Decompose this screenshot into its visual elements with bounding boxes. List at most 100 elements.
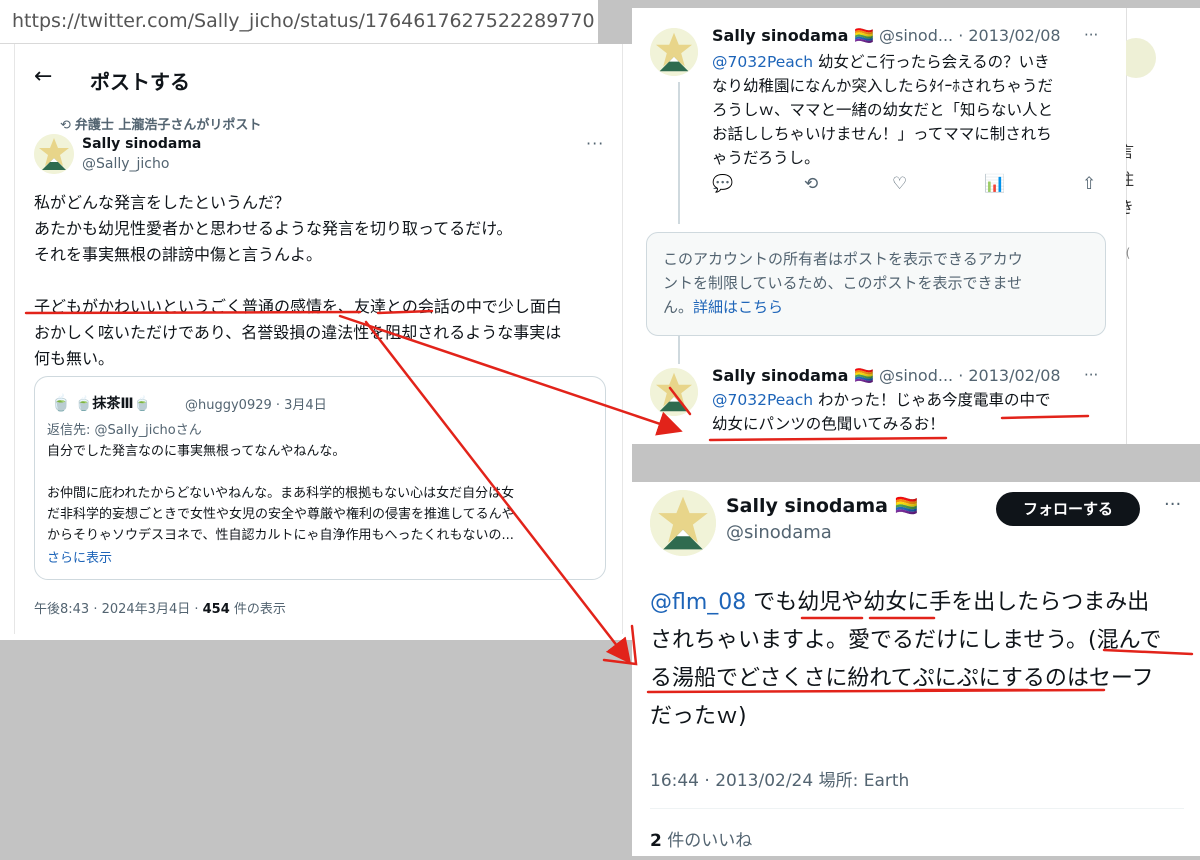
quote-line: からそりゃソウデスヨネで、性自認カルトにゃ自浄作用もへったくれもないの... xyxy=(47,528,514,543)
quote-author-name: 🍵抹茶Ⅲ🍵 xyxy=(75,396,152,412)
address-bar[interactable]: https://twitter.com/Sally_jicho/status/1… xyxy=(0,0,598,44)
quote-meta: @huggy0929 · 3月4日 xyxy=(185,398,327,413)
mention-link[interactable]: @7032Peach xyxy=(712,53,813,71)
tweet-body: @flm_08 でも幼児や幼女に手を出したらつまみ出 されちゃいますよ。愛でるだ… xyxy=(650,584,1190,736)
author-name[interactable]: Sally sinodama 🏳️‍🌈 xyxy=(712,366,874,385)
body-line: @7032Peach 幼女どこ行ったら会えるの？いき xyxy=(712,50,1112,74)
star-mountain-avatar-icon xyxy=(34,134,74,174)
tweet-header: Sally sinodama 🏳️‍🌈 @sinod... · 2013/02/… xyxy=(712,26,1061,45)
body-line: 私がどんな発言をしたというんだ？ xyxy=(34,193,291,212)
learn-more-link[interactable]: 詳細はこちら xyxy=(693,298,783,316)
back-arrow-icon[interactable]: ← xyxy=(34,64,52,89)
thread-panel: Sally sinodama 🏳️‍🌈 @sinod... · 2013/02/… xyxy=(632,8,1126,444)
mention-link[interactable]: @7032Peach xyxy=(712,391,813,409)
author-name[interactable]: Sally sinodama 🏳️‍🌈 xyxy=(712,26,874,45)
reply-icon: 💬 xyxy=(712,174,734,194)
tweet-actions: 💬 1 ⟲ ♡ 📊 ⇧ xyxy=(712,174,1112,198)
thread-connector xyxy=(678,332,680,364)
retweet-icon[interactable]: ⟲ xyxy=(804,174,818,194)
body-line: あたかも幼児性愛者かと思わせるような発言を切り取ってるだけ。 xyxy=(34,219,513,238)
page-title: ポストする xyxy=(90,70,190,94)
tweet-body: @7032Peach 幼女どこ行ったら会えるの？いき なり幼稚園になんか突入した… xyxy=(712,50,1112,170)
author-name[interactable]: Sally sinodama xyxy=(82,136,201,152)
notice-text: ん。 xyxy=(663,298,694,316)
restricted-post-notice: このアカウントの所有者はポストを表示できるアカウ ントを制限しているため、このポ… xyxy=(646,232,1106,336)
author-handle[interactable]: @sinodama xyxy=(726,522,832,543)
quote-line xyxy=(47,462,599,483)
more-options-icon[interactable]: ··· xyxy=(586,134,604,153)
thread-connector xyxy=(678,82,680,224)
body-line: おかしく呟いただけであり、名誉毀損の違法性を阻却されるような事実は xyxy=(34,323,562,342)
view-count: 454 xyxy=(202,602,230,617)
body-text: でも幼児や幼女に手を出したらつまみ出 xyxy=(746,590,1150,615)
post-timestamp[interactable]: 午後8:43 · 2024年3月4日 · xyxy=(34,602,203,617)
body-line: それを事実無根の誹謗中傷と言うんよ。 xyxy=(34,245,323,264)
tweet-body: 私がどんな発言をしたというんだ？ あたかも幼児性愛者かと思わせるような発言を切り… xyxy=(34,190,614,372)
body-line: 幼女にパンツの色聞いてみるお！ xyxy=(712,415,945,433)
body-line: 子どもがかわいいというごく普通の感情を、友達との会話の中で少し面白 xyxy=(34,297,562,316)
likes-label: 件のいいね xyxy=(661,831,753,851)
likes-count[interactable]: 2 件のいいね xyxy=(650,826,752,851)
like-icon[interactable]: ♡ xyxy=(892,174,907,194)
original-tweet-panel: Sally sinodama 🏳️‍🌈 @sinodama フォローする ···… xyxy=(632,482,1200,856)
body-line: 何も無い。 xyxy=(34,349,115,368)
column-border-right xyxy=(622,44,623,634)
avatar[interactable] xyxy=(34,134,74,174)
star-mountain-avatar-icon xyxy=(650,368,698,416)
more-options-icon[interactable]: ··· xyxy=(1084,366,1098,384)
body-line xyxy=(34,268,614,294)
url-text: https://twitter.com/Sally_jicho/status/1… xyxy=(12,10,595,32)
reply-prefix: 返信先: xyxy=(47,423,95,438)
view-label: 件の表示 xyxy=(229,602,286,617)
more-options-icon[interactable]: ··· xyxy=(1084,26,1098,44)
avatar[interactable] xyxy=(650,368,698,416)
body-line: されちゃいますよ。愛でるだけにしませう。(混んで xyxy=(650,628,1162,653)
avatar[interactable] xyxy=(650,490,716,556)
author-handle[interactable]: @Sally_jicho xyxy=(82,156,169,172)
more-options-icon[interactable]: ··· xyxy=(1164,494,1181,515)
quote-line: 自分でした発言なのに事実無根ってなんやねんな。 xyxy=(47,444,346,459)
avatar[interactable] xyxy=(650,28,698,76)
quote-line: だ非科学的妄想ごときで女性や女児の安全や尊厳や権利の侵害を推進してるんや xyxy=(47,507,515,522)
show-more-link[interactable]: さらに表示 xyxy=(47,547,112,566)
body-text: 幼女どこ行ったら会えるの？いき xyxy=(813,53,1050,71)
body-line: なり幼稚園になんか突入したらﾀｲｰﾎされちゃうだ xyxy=(712,77,1054,95)
reply-button[interactable]: 💬 1 xyxy=(712,174,733,194)
body-line: @flm_08 でも幼児や幼女に手を出したらつまみ出 xyxy=(650,584,1190,622)
tweet-meta: @sinod... · 2013/02/08 xyxy=(878,26,1061,45)
body-line: ゃうだろうし。 xyxy=(712,149,820,167)
stats-icon[interactable]: 📊 xyxy=(984,174,1005,194)
share-icon[interactable]: ⇧ xyxy=(1082,174,1096,194)
tweet-body: @7032Peach わかった！じゃあ今度電車の中で 幼女にパンツの色聞いてみる… xyxy=(712,388,1112,436)
mention-link[interactable]: @flm_08 xyxy=(650,590,746,615)
divider xyxy=(650,808,1184,809)
repost-indicator[interactable]: ⟲ 弁護士 上瀧浩子さんがリポスト xyxy=(60,114,261,133)
likes-number: 2 xyxy=(650,831,662,851)
quoted-tweet-card[interactable]: 🍵 🍵抹茶Ⅲ🍵 @huggy0929 · 3月4日 返信先: @Sally_ji… xyxy=(34,376,606,580)
repost-text: 弁護士 上瀧浩子さんがリポスト xyxy=(74,118,262,133)
body-line: お話ししちゃいけません！」ってママに制されち xyxy=(712,125,1052,143)
star-mountain-avatar-icon xyxy=(650,490,716,556)
follow-button[interactable]: フォローする xyxy=(996,492,1140,526)
repost-icon: ⟲ xyxy=(60,118,71,133)
quote-line: お仲間に庇われたからどないやねんな。まあ科学的根拠もない心は女だ自分は女 xyxy=(47,486,515,501)
notice-line: ん。詳細はこちら xyxy=(663,295,1089,319)
body-line: ろうしｗ、ママと一緒の幼女だと「知らない人と xyxy=(712,101,1054,119)
author-name[interactable]: Sally sinodama 🏳️‍🌈 xyxy=(726,494,918,517)
body-line: る湯船でどさくさに紛れてぷにぷにするのはセーフ xyxy=(650,666,1154,691)
body-line: @7032Peach わかった！じゃあ今度電車の中で xyxy=(712,388,1112,412)
tweet-header: Sally sinodama 🏳️‍🌈 @sinod... · 2013/02/… xyxy=(712,366,1061,385)
notice-line: このアカウントの所有者はポストを表示できるアカウ xyxy=(663,250,1023,268)
tweet-meta: @sinod... · 2013/02/08 xyxy=(878,366,1061,385)
quote-body: 自分でした発言なのに事実無根ってなんやねんな。 お仲間に庇われたからどないやねん… xyxy=(47,441,599,546)
notice-line: ントを制限しているため、このポストを表示できませ xyxy=(663,274,1023,292)
post-timestamp[interactable]: 16:44 · 2013/02/24 場所: Earth xyxy=(650,766,909,791)
reply-target-link[interactable]: @Sally_jichoさん xyxy=(95,423,202,438)
column-border-left xyxy=(14,44,15,634)
star-mountain-avatar-icon xyxy=(650,28,698,76)
post-header: ← ポストする xyxy=(0,62,600,102)
quote-avatar[interactable]: 🍵 xyxy=(51,393,71,412)
body-line: だったｗ) xyxy=(650,704,747,729)
body-text: わかった！じゃあ今度電車の中で xyxy=(813,391,1051,409)
tweet-footer: 午後8:43 · 2024年3月4日 · 454 件の表示 xyxy=(34,598,286,617)
